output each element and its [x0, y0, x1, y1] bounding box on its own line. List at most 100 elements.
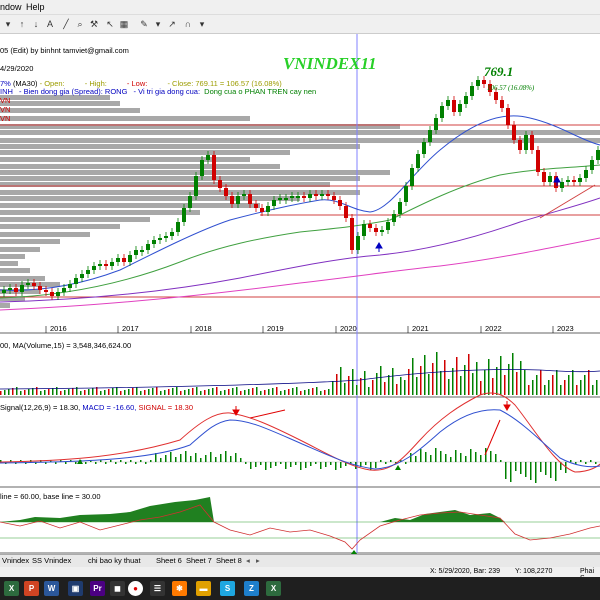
- volume-bar: [176, 387, 178, 395]
- x-tick-label: 2022: [485, 324, 502, 333]
- volume-bar: [20, 391, 22, 395]
- candle: [500, 100, 504, 108]
- volume-bar: [560, 385, 562, 395]
- volume-bar: [312, 388, 314, 395]
- volume-bar: [400, 377, 402, 395]
- volume-bar: [596, 380, 598, 395]
- chart-title: VNINDEX11: [283, 54, 377, 73]
- candle: [452, 100, 456, 112]
- volume-profile-bar: [0, 239, 60, 244]
- candle: [494, 92, 498, 100]
- premiere-icon[interactable]: Pr: [90, 581, 105, 596]
- macd-histogram-bar: [235, 453, 237, 462]
- candle: [110, 262, 114, 266]
- tab-scroll-right-icon[interactable]: ▸: [256, 556, 260, 565]
- sheet-tab[interactable]: SS Vnindex: [32, 556, 71, 565]
- candle: [56, 292, 60, 296]
- volume-bar: [220, 391, 222, 395]
- menu-help[interactable]: Help: [26, 2, 45, 12]
- candle: [350, 218, 354, 250]
- excel-icon[interactable]: X: [266, 581, 281, 596]
- volume-bar: [472, 373, 474, 395]
- macd-histogram-bar: [490, 451, 492, 462]
- skype-icon[interactable]: S: [220, 581, 235, 596]
- volume-bar: [452, 368, 454, 395]
- volume-bar: [372, 380, 374, 395]
- sheet-tab[interactable]: Sheet 6: [156, 556, 182, 565]
- powerpoint-icon[interactable]: P: [24, 581, 39, 596]
- macd-histogram-bar: [585, 462, 587, 464]
- grid-icon[interactable]: ▦: [118, 18, 130, 30]
- volume-bar: [108, 389, 110, 395]
- candle: [86, 270, 90, 274]
- macd-histogram-bar: [170, 452, 172, 462]
- trend-icon[interactable]: ↗: [166, 18, 178, 30]
- macd-histogram-bar: [225, 451, 227, 462]
- volume-bar: [116, 387, 118, 395]
- pen-icon[interactable]: ✎: [138, 18, 150, 30]
- volume-bar: [324, 390, 326, 395]
- menu-window[interactable]: ndow: [0, 2, 22, 12]
- app-icon[interactable]: ✱: [172, 581, 187, 596]
- app-icon[interactable]: ☰: [150, 581, 165, 596]
- folder-icon[interactable]: ▬: [196, 581, 211, 596]
- volume-bar: [500, 356, 502, 395]
- candle: [116, 258, 120, 262]
- volume-bar: [92, 388, 94, 395]
- app-icon[interactable]: ▣: [68, 581, 83, 596]
- volume-bar: [392, 368, 394, 395]
- candle: [278, 198, 282, 200]
- volume-bar: [276, 387, 278, 395]
- excel-icon[interactable]: X: [4, 581, 19, 596]
- candle: [128, 255, 132, 262]
- app-icon[interactable]: ◼: [110, 581, 125, 596]
- macd-histogram-bar: [430, 455, 432, 462]
- candle: [386, 222, 390, 230]
- sheet-tab[interactable]: Sheet 7: [186, 556, 212, 565]
- volume-bar: [132, 388, 134, 395]
- volume-bar: [520, 361, 522, 395]
- text-a-icon[interactable]: A: [44, 18, 56, 30]
- color-dropdown-icon[interactable]: ▾: [152, 18, 164, 30]
- volume-bar: [516, 372, 518, 395]
- volume-bar: [16, 387, 18, 395]
- volume-bar: [580, 380, 582, 395]
- macd-histogram-bar: [110, 460, 112, 462]
- tab-scroll-left-icon[interactable]: ◂: [246, 556, 250, 565]
- candle: [230, 196, 234, 204]
- chart-area[interactable]: 2016 2017 2018 2019 2020 2021 2022 2023 05 (Edi…: [0, 34, 600, 554]
- arrow-up-icon[interactable]: ↑: [16, 18, 28, 30]
- candle: [212, 155, 216, 180]
- more-icon[interactable]: ▾: [196, 18, 208, 30]
- volume-bar: [112, 388, 114, 395]
- cursor-icon[interactable]: ↖: [104, 18, 116, 30]
- sheet-tab[interactable]: Sheet 8: [216, 556, 242, 565]
- macd-histogram-bar: [315, 462, 317, 464]
- chart-svg[interactable]: 2016 2017 2018 2019 2020 2021 2022 2023: [0, 34, 600, 554]
- dropdown-arrow-icon[interactable]: ▾: [2, 18, 14, 30]
- volume-bar: [152, 388, 154, 395]
- volume-bar: [344, 383, 346, 395]
- chrome-icon[interactable]: ●: [128, 581, 143, 596]
- app-icon[interactable]: Z: [244, 581, 259, 596]
- candle: [572, 180, 576, 182]
- candle: [392, 214, 396, 222]
- volume-bar: [4, 390, 6, 395]
- candle: [398, 202, 402, 214]
- hammer-icon[interactable]: ⚒: [88, 18, 100, 30]
- candle: [176, 222, 180, 232]
- candle: [80, 274, 84, 278]
- rsi-panel: [0, 497, 600, 554]
- sheet-tab[interactable]: Vnindex: [2, 556, 29, 565]
- macd-histogram-bar: [135, 462, 137, 464]
- zoom-icon[interactable]: ⌕: [74, 18, 86, 30]
- word-icon[interactable]: W: [44, 581, 59, 596]
- macd-histogram-bar: [415, 456, 417, 462]
- magnet-icon[interactable]: ∩: [182, 18, 194, 30]
- volume-profile-bar: [0, 303, 10, 308]
- sheet-tab[interactable]: chi bao ky thuat: [88, 556, 141, 565]
- candle: [476, 80, 480, 86]
- volume-profile-bar: [0, 268, 30, 273]
- line-tool-icon[interactable]: ╱: [60, 18, 72, 30]
- arrow-down-icon[interactable]: ↓: [30, 18, 42, 30]
